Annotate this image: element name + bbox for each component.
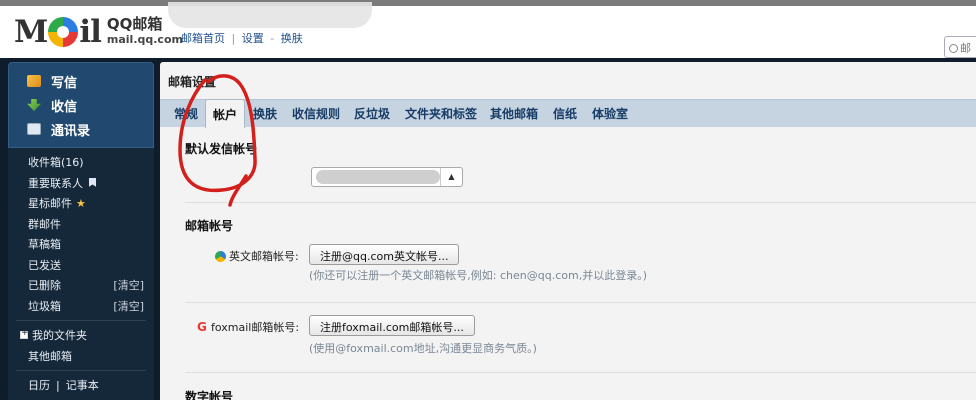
logo-o-emblem	[48, 17, 79, 47]
sidebar-item-starred[interactable]: 星标邮件 ★	[8, 193, 154, 214]
inbox-download-icon	[27, 99, 41, 111]
sidebar-item-partial	[8, 396, 154, 400]
sidebar: 写信 收信 通讯录 收件箱(16) 重要联系人 星标邮件 ★ 群邮件 草稿箱 已发…	[8, 62, 154, 400]
tab-anti-spam[interactable]: 反垃圾	[354, 105, 390, 122]
expand-icon[interactable]	[20, 328, 29, 340]
nav-skin-link[interactable]: 换肤	[281, 32, 303, 45]
sidebar-contacts[interactable]: 通讯录	[9, 117, 153, 141]
select-arrows-icon: ▲	[440, 168, 462, 186]
sidebar-mail-list: 收件箱(16) 重要联系人 星标邮件 ★ 群邮件 草稿箱 已发送 已删除 [清空] …	[8, 148, 154, 400]
page-title: 邮箱设置	[168, 75, 217, 89]
sidebar-item-important-contacts[interactable]: 重要联系人	[8, 173, 154, 194]
section-divider	[185, 372, 976, 373]
sidebar-divider	[16, 320, 146, 321]
tab-other-mailbox[interactable]: 其他邮箱	[490, 105, 538, 122]
sidebar-compose[interactable]: 写信	[9, 69, 153, 93]
sidebar-item-sent[interactable]: 已发送	[8, 255, 154, 276]
search-input[interactable]: 邮	[944, 36, 976, 58]
qq-mail-logo[interactable]: Mil QQ邮箱 mail.qq.com	[14, 14, 183, 50]
compose-icon	[27, 75, 41, 87]
tab-lab[interactable]: 体验室	[592, 105, 628, 122]
sidebar-divider	[16, 370, 146, 371]
brand-domain: mail.qq.com	[106, 33, 183, 46]
mailbox-accounts-heading: 邮箱帐号	[185, 219, 234, 233]
settings-panel: 邮箱设置 常规 帐户 换肤 收信规则 反垃圾 文件夹和标签 其他邮箱 信纸 体验…	[160, 62, 976, 400]
tab-general[interactable]: 常规	[174, 105, 198, 122]
english-account-label: 英文邮箱帐号:	[215, 248, 299, 264]
section-divider	[185, 202, 976, 203]
empty-junk-link[interactable]: [清空]	[113, 298, 144, 314]
tab-receive-rules[interactable]: 收信规则	[292, 105, 340, 122]
tab-account[interactable]: 帐户	[205, 99, 246, 128]
tab-skin[interactable]: 换肤	[253, 105, 277, 122]
foxmail-account-label: Gfoxmail邮箱帐号:	[197, 319, 300, 335]
select-value-redacted	[316, 170, 440, 184]
bookmark-icon	[89, 177, 96, 187]
sidebar-calendar-link[interactable]: 日历	[28, 377, 50, 393]
sidebar-item-junk[interactable]: 垃圾箱 [清空]	[8, 296, 154, 317]
sidebar-item-drafts[interactable]: 草稿箱	[8, 234, 154, 255]
empty-deleted-link[interactable]: [清空]	[113, 277, 144, 293]
sidebar-tools: 日历 | 记事本	[8, 375, 154, 396]
sidebar-item-group-mail[interactable]: 群邮件	[8, 214, 154, 235]
default-sender-select[interactable]: ▲	[311, 167, 463, 187]
sidebar-primary-actions: 写信 收信 通讯录	[8, 62, 154, 148]
foxmail-account-hint: (使用@foxmail.com地址,沟通更显商务气质。)	[309, 342, 537, 355]
register-foxmail-account-button[interactable]: 注册foxmail.com邮箱帐号...	[309, 315, 475, 336]
settings-tabbar: 常规 帐户 换肤 收信规则 反垃圾 文件夹和标签 其他邮箱 信纸 体验室	[160, 99, 976, 128]
qq-globe-icon	[215, 250, 226, 262]
sidebar-notes-link[interactable]: 记事本	[66, 377, 99, 393]
tools-separator: |	[56, 378, 60, 392]
foxmail-icon: G	[197, 319, 207, 334]
sidebar-item-inbox[interactable]: 收件箱(16)	[8, 152, 154, 173]
contacts-icon	[27, 123, 41, 135]
nav-mail-home-link[interactable]: 邮箱首页	[181, 32, 225, 45]
digital-account-heading: 数字帐号	[185, 390, 234, 400]
logo-wordmark: Mil	[14, 14, 102, 50]
tab-folders-labels[interactable]: 文件夹和标签	[405, 105, 477, 122]
nav-separator: |	[231, 32, 236, 45]
register-english-account-button[interactable]: 注册@qq.com英文帐号...	[309, 244, 460, 265]
sidebar-item-deleted[interactable]: 已删除 [清空]	[8, 275, 154, 296]
header: Mil QQ邮箱 mail.qq.com 邮箱首页 | 设置 - 换肤 邮	[0, 6, 976, 60]
english-account-hint: (你还可以注册一个英文邮箱帐号,例如: chen@qq.com,并以此登录。)	[309, 269, 647, 282]
search-icon	[949, 44, 958, 53]
default-sender-heading: 默认发信帐号	[185, 142, 258, 156]
star-icon: ★	[76, 197, 86, 211]
nav-dash: -	[270, 32, 275, 45]
section-divider	[185, 302, 976, 303]
nav-settings-link[interactable]: 设置	[242, 32, 264, 45]
sidebar-item-other-mailbox[interactable]: 其他邮箱	[8, 346, 154, 367]
tab-stationery[interactable]: 信纸	[553, 105, 577, 122]
top-nav: 邮箱首页 | 设置 - 换肤	[181, 30, 306, 46]
sidebar-receive[interactable]: 收信	[9, 93, 153, 117]
browser-tab-shape	[168, 2, 372, 28]
sidebar-item-my-folders[interactable]: 我的文件夹	[8, 325, 154, 346]
